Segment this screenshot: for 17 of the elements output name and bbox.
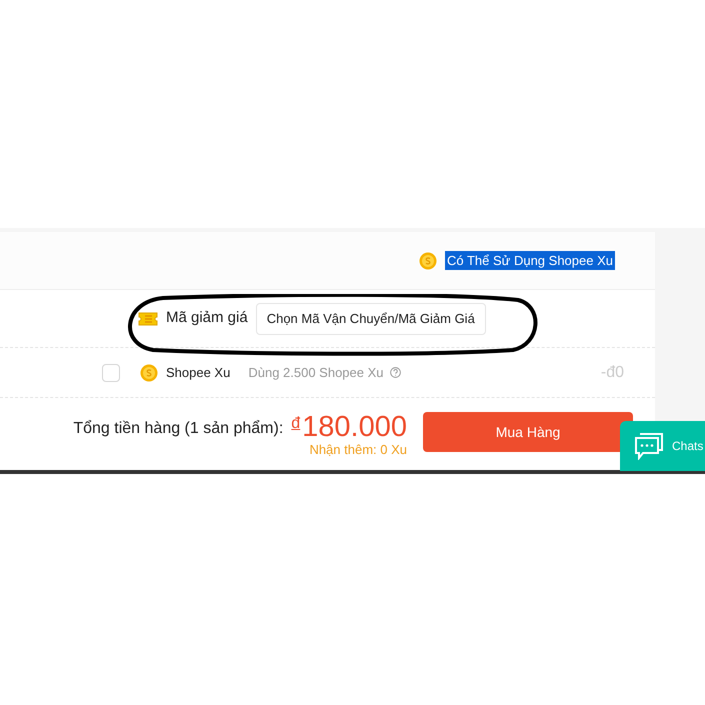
coin-icon [418, 252, 437, 270]
chat-button[interactable]: Chats [620, 421, 705, 471]
xu-usage-text: Dùng 2.500 Shopee Xu [248, 364, 384, 382]
total-price: 180.000 [302, 412, 407, 442]
bonus-xu-text: Nhận thêm: 0 Xu [309, 442, 407, 458]
voucher-select-button[interactable]: Chọn Mã Vận Chuyển/Mã Giảm Giá [256, 302, 486, 334]
coin-icon [140, 364, 158, 382]
shopee-xu-label: Shopee Xu [166, 364, 230, 382]
buy-button[interactable]: Mua Hàng [423, 412, 633, 452]
help-icon[interactable] [390, 367, 401, 378]
shopee-xu-notice: Có Thể Sử Dụng Shopee Xu [444, 250, 615, 270]
voucher-label: Mã giảm giá [166, 308, 248, 328]
currency-symbol: đ [291, 414, 300, 434]
chat-icon [634, 432, 664, 460]
voucher-icon [138, 310, 158, 326]
checkbox[interactable] [102, 364, 120, 382]
total-label: Tổng tiền hàng (1 sản phẩm): [73, 419, 284, 439]
